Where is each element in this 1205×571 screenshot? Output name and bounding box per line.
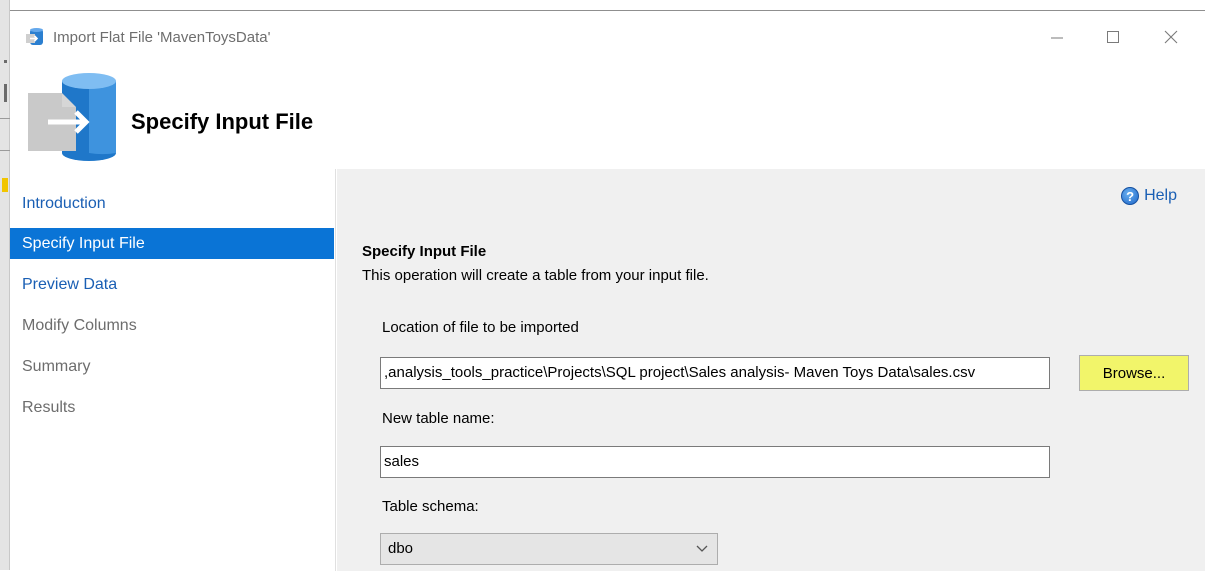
table-name-input[interactable]: sales [380, 446, 1050, 478]
file-location-label: Location of file to be imported [382, 319, 579, 336]
import-flat-file-dialog: Import Flat File 'MavenToysData' Specify… [10, 10, 1205, 571]
minimize-icon [1051, 37, 1063, 39]
import-database-icon [28, 73, 116, 161]
wizard-nav: Introduction Specify Input File Preview … [10, 169, 336, 571]
content-panel: ? Help Specify Input File This operation… [337, 169, 1205, 571]
help-icon: ? [1121, 187, 1140, 205]
nav-item-preview-data[interactable]: Preview Data [10, 269, 334, 300]
page-title: Specify Input File [131, 109, 314, 134]
maximize-button[interactable] [1098, 23, 1128, 51]
section-title: Specify Input File [362, 243, 487, 260]
background-window-edge [0, 0, 10, 570]
section-description: This operation will create a table from … [362, 267, 709, 284]
nav-item-introduction[interactable]: Introduction [10, 188, 334, 219]
nav-item-summary: Summary [22, 358, 91, 375]
page-header: Specify Input File [10, 55, 1205, 169]
help-link[interactable]: ? Help [1121, 187, 1177, 205]
minimize-button[interactable] [1042, 23, 1072, 51]
file-location-input[interactable]: ,analysis_tools_practice\Projects\SQL pr… [380, 357, 1050, 389]
nav-item-specify-input-file[interactable]: Specify Input File [10, 228, 334, 259]
chevron-down-icon [696, 545, 708, 552]
nav-item-modify-columns: Modify Columns [22, 317, 137, 334]
table-schema-label: Table schema: [382, 498, 479, 515]
window-title: Import Flat File 'MavenToysData' [53, 29, 271, 46]
close-icon [1164, 30, 1178, 44]
table-schema-select[interactable]: dbo [380, 533, 718, 565]
help-label: Help [1144, 187, 1177, 204]
table-name-label: New table name: [382, 410, 495, 427]
close-button[interactable] [1156, 23, 1186, 51]
title-bar: Import Flat File 'MavenToysData' [10, 11, 1205, 55]
maximize-icon [1107, 31, 1119, 43]
nav-item-results: Results [22, 399, 76, 416]
table-schema-value: dbo [388, 540, 414, 557]
app-icon [26, 28, 43, 45]
browse-button[interactable]: Browse... [1079, 355, 1189, 391]
